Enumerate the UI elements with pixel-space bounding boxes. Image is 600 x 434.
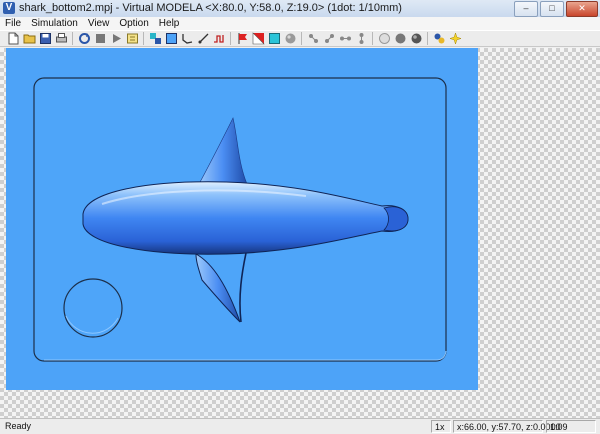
play-icon[interactable]	[109, 32, 123, 46]
workspace	[0, 48, 600, 418]
circular-pocket	[63, 278, 123, 338]
menu-view[interactable]: View	[83, 17, 115, 30]
stop-icon[interactable]	[93, 32, 107, 46]
rotate-view-4-icon[interactable]	[354, 32, 368, 46]
menu-simulation[interactable]: Simulation	[26, 17, 83, 30]
status-bar: Ready 1x x:66.00, y:57.70, z:0.0000 1:09	[0, 418, 600, 434]
ball-mill-icon[interactable]	[196, 32, 210, 46]
toolbar-separator	[230, 32, 231, 45]
sparkle-icon[interactable]	[448, 32, 462, 46]
window-controls: – □ ✕	[514, 1, 598, 17]
toolbar-separator	[372, 32, 373, 45]
elapsed-time: 1:09	[546, 420, 596, 433]
rotate-view-1-icon[interactable]	[306, 32, 320, 46]
red-flag-icon[interactable]	[235, 32, 249, 46]
status-message: Ready	[5, 421, 32, 431]
menu-option[interactable]: Option	[114, 17, 153, 30]
toolbar	[0, 30, 600, 47]
window-title: shark_bottom2.mpj - Virtual MODELA <X:80…	[19, 2, 402, 14]
red-white-icon[interactable]	[251, 32, 265, 46]
title-bar: V shark_bottom2.mpj - Virtual MODELA <X:…	[0, 0, 600, 18]
toolbar-separator	[427, 32, 428, 45]
close-button[interactable]: ✕	[566, 1, 598, 17]
menu-file[interactable]: File	[0, 17, 26, 30]
open-folder-icon[interactable]	[22, 32, 36, 46]
toolbar-separator	[143, 32, 144, 45]
save-icon[interactable]	[38, 32, 52, 46]
toolbar-separator	[301, 32, 302, 45]
maximize-button[interactable]: □	[540, 1, 564, 17]
shade-dark-icon[interactable]	[393, 32, 407, 46]
menu-bar: File Simulation View Option Help	[0, 17, 600, 30]
mill-view-icon[interactable]	[148, 32, 162, 46]
print-icon[interactable]	[54, 32, 68, 46]
cyan-square-icon[interactable]	[267, 32, 281, 46]
menu-help[interactable]: Help	[154, 17, 185, 30]
gray-sphere-icon[interactable]	[283, 32, 297, 46]
shade-light-icon[interactable]	[377, 32, 391, 46]
material-icon[interactable]	[164, 32, 178, 46]
model-viewport[interactable]	[6, 48, 478, 390]
rotate-view-3-icon[interactable]	[338, 32, 352, 46]
flat-mill-icon[interactable]	[180, 32, 194, 46]
toolbar-separator	[72, 32, 73, 45]
color-wheel-icon[interactable]	[432, 32, 446, 46]
zoom-level: 1x	[431, 420, 451, 433]
coordinate-readout: x:66.00, y:57.70, z:0.0000	[453, 420, 561, 433]
restart-icon[interactable]	[77, 32, 91, 46]
new-file-icon[interactable]	[6, 32, 20, 46]
cutting-path-icon[interactable]	[212, 32, 226, 46]
app-icon[interactable]: V	[3, 2, 15, 14]
shade-full-icon[interactable]	[409, 32, 423, 46]
minimize-button[interactable]: –	[514, 1, 538, 17]
step-icon[interactable]	[125, 32, 139, 46]
rotate-view-2-icon[interactable]	[322, 32, 336, 46]
